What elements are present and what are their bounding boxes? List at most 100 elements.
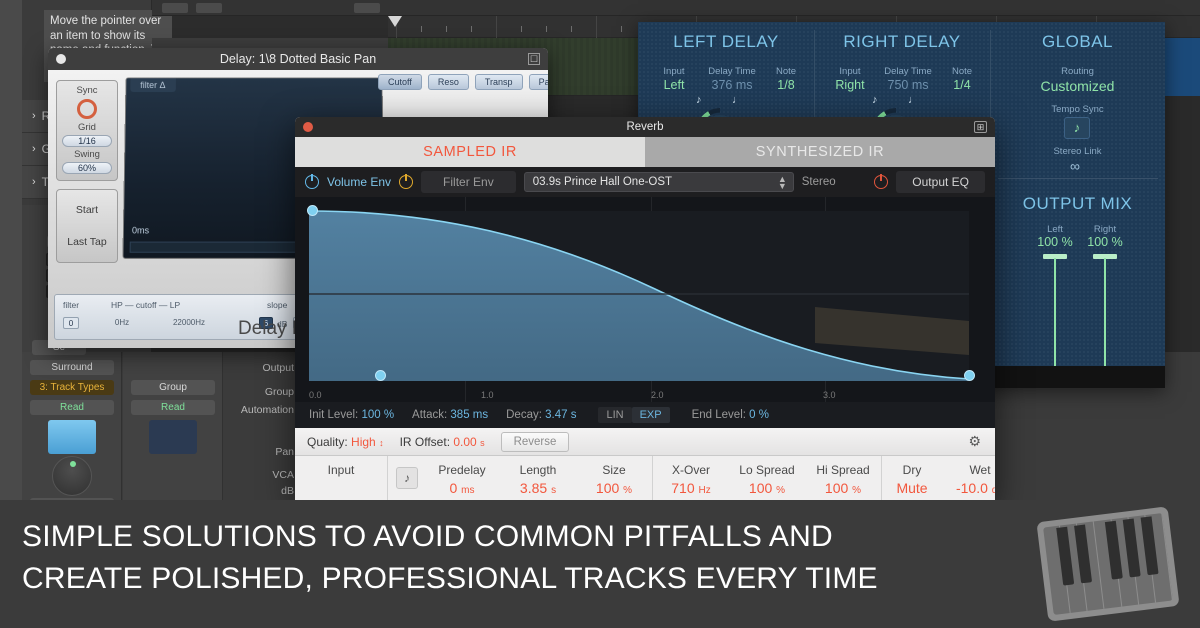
stereo-link-icon[interactable]: ∞ xyxy=(1070,158,1080,174)
envelope-curve xyxy=(308,210,970,381)
output-right-label: Right xyxy=(1093,224,1117,235)
swing-value[interactable]: 60% xyxy=(62,162,112,174)
mixer-strip-1[interactable]: Surround 3: Track Types Read VCA 0.0 xyxy=(22,352,122,500)
left-delay-time-value[interactable]: 376 ms xyxy=(694,78,770,92)
handle-attack[interactable] xyxy=(375,370,386,381)
volume-env-power-icon[interactable] xyxy=(305,174,319,189)
right-note-value[interactable]: 1/4 xyxy=(938,78,986,92)
filter-env-button[interactable]: Filter Env xyxy=(421,171,516,193)
ir-preset-select[interactable]: 03.9s Prince Hall One-OST ▲ ▼ xyxy=(523,172,794,192)
param-hi-spread[interactable]: Hi Spread 100 % xyxy=(805,456,881,500)
graph-tab-filter[interactable]: filter Δ xyxy=(130,78,176,92)
mixer-output-button[interactable]: Surround xyxy=(30,360,114,375)
tab-sampled-ir[interactable]: SAMPLED IR xyxy=(295,137,645,167)
note-toggle-icon[interactable]: ♪ xyxy=(396,467,418,489)
right-note-label: Note xyxy=(951,66,973,77)
close-icon[interactable] xyxy=(56,54,66,64)
toolbar-button-3[interactable] xyxy=(354,3,380,13)
decay-field[interactable]: Decay: 3.47 s xyxy=(506,409,576,421)
mixer-automation-button[interactable]: Read xyxy=(30,400,114,415)
exp-button[interactable]: EXP xyxy=(631,407,670,423)
ir-offset-field[interactable]: IR Offset: 0.00 s xyxy=(400,435,485,449)
output-right-value[interactable]: 100 % xyxy=(1078,235,1132,249)
reverb-window-title: Reverb xyxy=(626,121,664,133)
start-button[interactable]: Start xyxy=(57,194,117,226)
handle-end-level[interactable] xyxy=(964,370,975,381)
param-length[interactable]: Length 3.85 s xyxy=(500,456,576,500)
tab-pan[interactable]: Pan xyxy=(528,74,548,90)
output-eq-button[interactable]: Output EQ xyxy=(896,171,985,193)
tempo-sync-note-icon[interactable]: ♪ xyxy=(1064,117,1090,139)
routing-label: Routing xyxy=(1061,66,1094,77)
reverb-window[interactable]: Reverb ⊞ SAMPLED IR SYNTHESIZED IR Volum… xyxy=(295,117,995,500)
tab-cutoff[interactable]: Cutoff xyxy=(378,74,422,90)
mixer-group-button[interactable]: 3: Track Types xyxy=(30,380,114,395)
mixer-label-output: Output xyxy=(262,362,294,374)
filter-env-power-icon[interactable] xyxy=(399,174,414,189)
volume-env-label[interactable]: Volume Env xyxy=(327,175,391,189)
output-left-label: Left xyxy=(1047,224,1063,235)
quality-value[interactable]: High xyxy=(351,435,376,449)
left-note-value[interactable]: 1/8 xyxy=(762,78,810,92)
right-delay-time-value[interactable]: 750 ms xyxy=(870,78,946,92)
gear-icon[interactable]: ⚙ xyxy=(968,433,981,450)
expand-icon[interactable]: ⊞ xyxy=(974,121,987,133)
tempo-sync-label: Tempo Sync xyxy=(1051,104,1104,115)
reverb-toolbar: Volume Env Filter Env 03.9s Prince Hall … xyxy=(295,167,995,197)
output-left-value[interactable]: 100 % xyxy=(1028,235,1082,249)
routing-value[interactable]: Customized xyxy=(990,78,1165,94)
end-level-field[interactable]: End Level: 0 % xyxy=(692,409,769,421)
decay-label: Decay: xyxy=(506,409,542,421)
filter-hp-value[interactable]: 0Hz xyxy=(105,317,139,329)
playhead[interactable] xyxy=(388,16,402,27)
predelay-value: 0 ms xyxy=(449,480,475,496)
param-xover[interactable]: X-Over 710 Hz LNk xyxy=(653,456,729,500)
chevron-right-icon: › xyxy=(32,143,36,155)
promo-banner: SIMPLE SOLUTIONS TO AVOID COMMON PITFALL… xyxy=(0,500,1200,628)
stereo-label: Stereo xyxy=(801,176,836,188)
envelope-graph[interactable]: 0.0 1.0 2.0 3.0 xyxy=(295,197,995,402)
init-level-field[interactable]: Init Level: 100 % xyxy=(309,409,394,421)
ir-offset-value[interactable]: 0.00 xyxy=(453,435,476,449)
attack-field[interactable]: Attack: 385 ms xyxy=(412,409,488,421)
slope-label: slope xyxy=(267,300,288,310)
filter-lp-value[interactable]: 22000Hz xyxy=(163,317,215,329)
tab-transp[interactable]: Transp xyxy=(474,74,523,90)
sync-ring-icon[interactable] xyxy=(77,99,97,119)
curve-type-toggle: LIN EXP xyxy=(598,407,670,423)
lin-button[interactable]: LIN xyxy=(598,407,632,423)
grid-value[interactable]: 1/16 xyxy=(62,135,112,147)
toolbar-button-1[interactable] xyxy=(162,3,188,13)
param-size[interactable]: Size 100 % xyxy=(576,456,652,500)
quality-label: Quality: xyxy=(307,434,348,449)
chevron-updown-icon[interactable]: ↕ xyxy=(379,438,384,448)
close-icon[interactable] xyxy=(303,122,313,132)
size-label: Size xyxy=(602,463,626,477)
param-lo-spread[interactable]: Lo Spread 100 % xyxy=(729,456,805,500)
mixer-pan-knob[interactable] xyxy=(52,456,92,496)
toolbar-button-2[interactable] xyxy=(196,3,222,13)
mixer-automation-button[interactable]: Read xyxy=(131,400,215,415)
mixer-group-button[interactable]: Group xyxy=(131,380,215,395)
tab-synthesized-ir[interactable]: SYNTHESIZED IR xyxy=(645,137,995,167)
last-tap-button[interactable]: Last Tap xyxy=(57,226,117,258)
reverb-tab-bar: SAMPLED IR SYNTHESIZED IR xyxy=(295,137,995,167)
output-eq-power-icon[interactable] xyxy=(874,174,889,189)
mixer-strip-2[interactable]: Group Read 0.0 xyxy=(123,352,223,500)
decay-value: 3.47 s xyxy=(545,409,577,421)
expand-icon[interactable]: ☐ xyxy=(528,53,540,65)
param-dry[interactable]: Dry Mute xyxy=(882,456,942,500)
param-predelay[interactable]: Predelay 0 ms xyxy=(424,456,500,500)
envelope-parameter-row: Init Level: 100 % Attack: 385 ms Decay: … xyxy=(295,402,995,428)
quality-field[interactable]: Quality: High ↕ xyxy=(307,435,384,449)
param-wet[interactable]: Wet -10.0 dB xyxy=(942,456,995,500)
filter-enable-value[interactable]: 0 xyxy=(63,317,79,329)
wet-value: -10.0 dB xyxy=(955,480,995,496)
tab-reso[interactable]: Reso xyxy=(427,74,469,90)
lo-spread-value: 100 % xyxy=(748,480,786,496)
handle-init-level[interactable] xyxy=(307,205,318,216)
init-level-label: Init Level: xyxy=(309,409,359,421)
global-section: GLOBAL Routing Customized Tempo Sync ♪ S… xyxy=(990,22,1165,388)
quarter-note-icon: ♩ xyxy=(908,94,919,106)
reverse-button[interactable]: Reverse xyxy=(500,431,570,452)
